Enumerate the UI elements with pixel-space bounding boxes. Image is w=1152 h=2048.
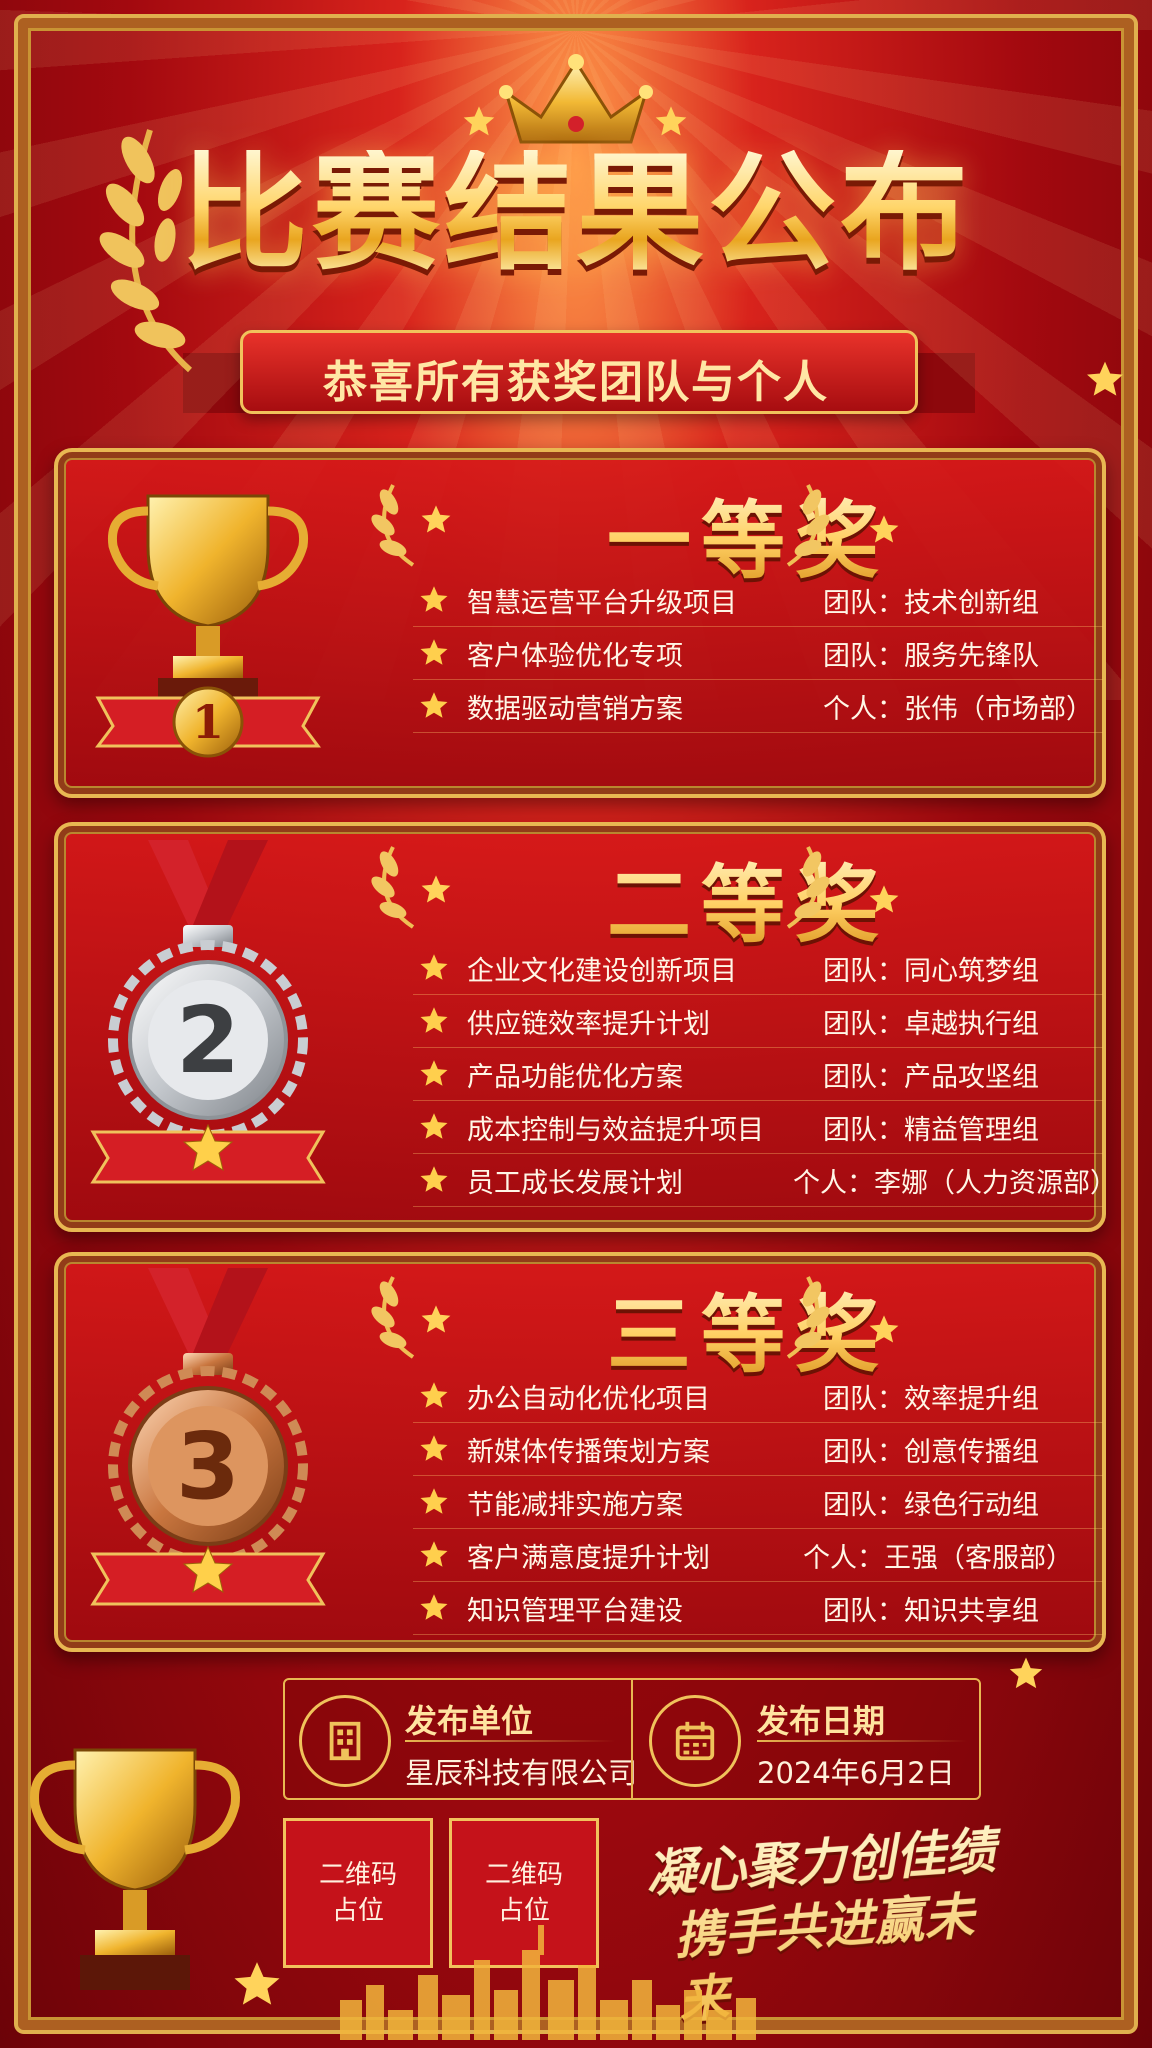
second-prize-list: 企业文化建设创新项目 团队：同心筑梦组 供应链效率提升计划 团队：卓越执行组 产品功… <box>413 942 1117 1207</box>
page-title: 比赛结果公布 <box>0 150 1152 278</box>
star-icon <box>420 1435 448 1461</box>
first-prize-list: 智慧运营平台升级项目 团队：技术创新组 客户体验优化专项 团队：服务先锋队 数据驱动… <box>413 574 1103 733</box>
star-icon <box>1009 1657 1043 1689</box>
qr-placeholder-text: 二维码占位 <box>318 1860 397 1926</box>
medal-icon: 3 <box>90 1268 326 1606</box>
winner-name: 团队：精益管理组 <box>823 1114 1039 1146</box>
laurel-icon <box>371 846 415 929</box>
star-icon <box>463 106 495 136</box>
star-icon <box>420 1060 448 1086</box>
winner-name: 团队：创意传播组 <box>823 1436 1039 1468</box>
second-prize-panel: 二等奖 2 企业文化建设创新项目 团队：同心筑梦组 供应链效率提升计划 团队：卓越执… <box>54 822 1117 1232</box>
project-name: 办公自动化优化项目 <box>467 1383 710 1415</box>
winner-name: 团队：技术创新组 <box>823 587 1039 619</box>
project-name: 客户体验优化专项 <box>467 640 683 672</box>
calendar-icon <box>649 1695 741 1787</box>
list-item: 客户满意度提升计划 个人：王强（客服部） <box>413 1529 1103 1582</box>
list-item: 供应链效率提升计划 团队：卓越执行组 <box>413 995 1103 1048</box>
list-item: 成本控制与效益提升项目 团队：精益管理组 <box>413 1101 1103 1154</box>
divider <box>757 1740 967 1742</box>
star-icon <box>420 1166 448 1192</box>
crown-icon <box>499 54 653 144</box>
first-prize-panel: 一等奖 1 智慧运营平台升级项目 团队：技术创新组 客户体验优化专项 团队：服务先锋… <box>54 448 1106 798</box>
star-icon <box>420 1007 448 1033</box>
project-name: 成本控制与效益提升项目 <box>467 1114 764 1146</box>
project-name: 智慧运营平台升级项目 <box>467 587 737 619</box>
star-icon <box>869 885 899 913</box>
winner-name: 个人：王强（客服部） <box>803 1542 1073 1574</box>
project-name: 客户满意度提升计划 <box>467 1542 710 1574</box>
medal-number: 1 <box>192 695 224 749</box>
list-item: 员工成长发展计划 个人：李娜（人力资源部） <box>413 1154 1117 1207</box>
medal-number: 2 <box>176 987 240 1094</box>
trophy-icon <box>30 1748 240 1990</box>
star-icon <box>420 1113 448 1139</box>
third-prize-panel: 三等奖 3 办公自动化优化项目 团队：效率提升组 新媒体传播策划方案 团队：创意传播… <box>54 1252 1106 1652</box>
star-icon <box>420 639 448 665</box>
project-name: 企业文化建设创新项目 <box>467 955 737 987</box>
winner-name: 团队：同心筑梦组 <box>823 955 1039 987</box>
star-icon <box>420 1382 448 1408</box>
star-icon <box>420 692 448 718</box>
winner-name: 团队：服务先锋队 <box>823 640 1039 672</box>
laurel-icon <box>371 1276 415 1359</box>
second-prize-title: 二等奖 <box>448 838 1048 959</box>
winner-name: 团队：效率提升组 <box>823 1383 1039 1415</box>
project-name: 新媒体传播策划方案 <box>467 1436 710 1468</box>
project-name: 知识管理平台建设 <box>467 1595 683 1627</box>
star-icon <box>869 515 899 543</box>
list-item: 新媒体传播策划方案 团队：创意传播组 <box>413 1423 1103 1476</box>
star-icon <box>420 954 448 980</box>
laurel-icon <box>786 846 830 929</box>
publisher-label: 发布单位 <box>405 1702 534 1740</box>
list-item: 客户体验优化专项 团队：服务先锋队 <box>413 627 1103 680</box>
publisher-value: 星辰科技有限公司 <box>405 1756 638 1790</box>
star-icon <box>869 1315 899 1343</box>
winner-name: 个人：张伟（市场部） <box>823 693 1093 725</box>
project-name: 产品功能优化方案 <box>467 1061 683 1093</box>
project-name: 节能减排实施方案 <box>467 1489 683 1521</box>
star-icon <box>420 1488 448 1514</box>
divider <box>405 1740 615 1742</box>
list-item: 企业文化建设创新项目 团队：同心筑梦组 <box>413 942 1103 995</box>
building-icon <box>299 1695 391 1787</box>
star-icon <box>1087 361 1123 396</box>
publish-info-box: 发布单位 星辰科技有限公司 发布日期 2024年6月2日 <box>283 1678 981 1800</box>
winner-name: 个人：李娜（人力资源部） <box>793 1167 1117 1199</box>
project-name: 供应链效率提升计划 <box>467 1008 710 1040</box>
project-name: 数据驱动营销方案 <box>467 693 683 725</box>
list-item: 节能减排实施方案 团队：绿色行动组 <box>413 1476 1103 1529</box>
winner-name: 团队：绿色行动组 <box>823 1489 1039 1521</box>
list-item: 数据驱动营销方案 个人：张伟（市场部） <box>413 680 1103 733</box>
third-prize-list: 办公自动化优化项目 团队：效率提升组 新媒体传播策划方案 团队：创意传播组 节能减排… <box>413 1370 1103 1635</box>
subtitle: 恭喜所有获奖团队与个人 <box>323 357 829 408</box>
star-icon <box>420 586 448 612</box>
medal-icon: 2 <box>90 840 326 1184</box>
list-item: 办公自动化优化项目 团队：效率提升组 <box>413 1370 1103 1423</box>
divider <box>631 1680 633 1798</box>
winner-name: 团队：产品攻坚组 <box>823 1061 1039 1093</box>
winner-name: 团队：知识共享组 <box>823 1595 1039 1627</box>
star-icon <box>655 106 687 136</box>
list-item: 产品功能优化方案 团队：产品攻坚组 <box>413 1048 1103 1101</box>
project-name: 员工成长发展计划 <box>467 1167 683 1199</box>
star-icon <box>420 1594 448 1620</box>
list-item: 智慧运营平台升级项目 团队：技术创新组 <box>413 574 1103 627</box>
trophy-icon: 1 <box>95 494 321 758</box>
date-value: 2024年6月2日 <box>757 1756 955 1790</box>
list-item: 知识管理平台建设 团队：知识共享组 <box>413 1582 1103 1635</box>
star-icon <box>234 1962 280 2005</box>
laurel-icon <box>371 484 415 567</box>
laurel-icon <box>786 484 830 567</box>
date-label: 发布日期 <box>757 1702 886 1740</box>
city-skyline <box>340 1925 756 2040</box>
medal-number: 3 <box>176 1413 240 1520</box>
star-icon <box>420 1541 448 1567</box>
laurel-icon <box>786 1276 830 1359</box>
qr-placeholder-text: 二维码占位 <box>484 1860 563 1926</box>
winner-name: 团队：卓越执行组 <box>823 1008 1039 1040</box>
